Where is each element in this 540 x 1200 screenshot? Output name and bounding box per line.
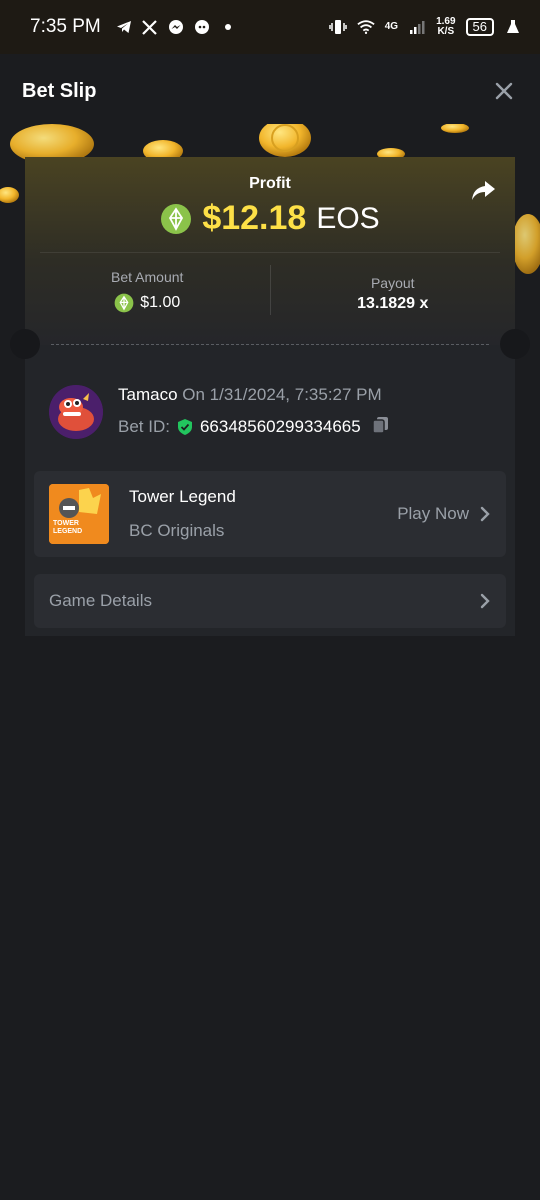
profit-currency: EOS (316, 201, 380, 235)
notification-icons (115, 18, 237, 36)
copy-button[interactable] (371, 415, 391, 440)
x-icon (141, 18, 159, 36)
telegram-icon (115, 18, 133, 36)
bet-id-value: 66348560299334665 (199, 417, 361, 436)
payout-label: Payout (370, 275, 415, 291)
eos-coin-icon (161, 203, 192, 234)
profit-label: Profit (249, 175, 291, 192)
share-button[interactable] (469, 177, 497, 205)
messenger-icon (167, 18, 185, 36)
page-title: Bet Slip (22, 79, 97, 102)
close-button[interactable] (490, 77, 518, 105)
vibrate-icon (328, 18, 347, 36)
verified-shield-icon (177, 419, 192, 435)
payout-stat: Payout 13.1829 x (271, 265, 516, 315)
game-details-label: Game Details (49, 591, 152, 610)
game-provider: BC Originals (129, 521, 225, 540)
profit-amount: $12.18 (202, 199, 307, 237)
game-name: Tower Legend (129, 487, 236, 506)
thumb-text-line-2: LEGEND (53, 528, 83, 535)
share-icon (472, 181, 495, 200)
play-now-button[interactable]: Play Now (397, 504, 491, 524)
net-speed-unit: K/S (437, 26, 455, 37)
network-type: 4G (384, 21, 399, 32)
bet-amount-value: $1.00 (140, 294, 181, 311)
copy-icon (371, 416, 388, 434)
thumb-text-line-1: TOWER (53, 520, 79, 527)
profit-section: Profit $12.18 EOS Bet Amount $1.00 Payou… (25, 157, 515, 345)
bet-amount-label: Bet Amount (111, 269, 184, 285)
status-bar: 7:35 PM 4G 1.69 K/S 56 (0, 0, 540, 54)
divider (40, 252, 500, 253)
chevron-right-icon (480, 593, 490, 609)
bet-date: On 1/31/2024, 7:35:27 PM (182, 384, 382, 404)
flask-icon (504, 18, 522, 36)
bet-stats: Bet Amount $1.00 Payout 13.1829 x (25, 265, 515, 315)
dashed-separator (51, 344, 489, 345)
status-time: 7:35 PM (30, 16, 101, 37)
avatar[interactable] (49, 385, 103, 439)
game-card[interactable]: TOWER LEGEND Tower Legend BC Originals P… (34, 471, 506, 557)
payout-value: 13.1829 x (357, 295, 429, 312)
bet-id-label: Bet ID: (118, 417, 170, 436)
ticket-notch-left (10, 329, 40, 359)
user-line: Tamaco On 1/31/2024, 7:35:27 PM (118, 385, 391, 405)
user-info: Tamaco On 1/31/2024, 7:35:27 PM Bet ID: … (118, 385, 391, 440)
header: Bet Slip (0, 54, 540, 128)
user-row: Tamaco On 1/31/2024, 7:35:27 PM Bet ID: … (49, 383, 491, 441)
chevron-right-icon (480, 506, 490, 522)
ticket-notch-right (500, 329, 530, 359)
bet-amount-stat: Bet Amount $1.00 (25, 265, 270, 315)
discord-icon (193, 18, 211, 36)
bet-slip-page: Bet Slip Profit $12.18 EOS Bet Amount $1… (0, 54, 540, 1200)
bet-slip-card: Profit $12.18 EOS Bet Amount $1.00 Payou… (10, 157, 530, 636)
net-speed: 1.69 K/S (436, 17, 455, 37)
close-icon (495, 82, 513, 100)
bet-id-line: Bet ID: 66348560299334665 (118, 415, 391, 440)
game-details-row[interactable]: Game Details (34, 574, 506, 628)
play-now-label: Play Now (397, 504, 469, 523)
game-info: Tower Legend BC Originals (129, 487, 236, 541)
battery-indicator: 56 (465, 18, 494, 36)
system-icons: 4G 1.69 K/S 56 (328, 17, 522, 37)
bet-amount-row: $1.00 (25, 293, 270, 313)
eos-coin-icon (114, 293, 134, 313)
game-thumbnail: TOWER LEGEND (49, 484, 109, 544)
profit-row: $12.18 EOS (25, 199, 515, 238)
dragon-avatar-icon (49, 385, 103, 439)
dot-icon (219, 18, 237, 36)
wifi-icon (357, 18, 375, 36)
username[interactable]: Tamaco (118, 385, 178, 404)
game-thumb-text: TOWER LEGEND (53, 520, 82, 536)
signal-icon (408, 18, 426, 36)
